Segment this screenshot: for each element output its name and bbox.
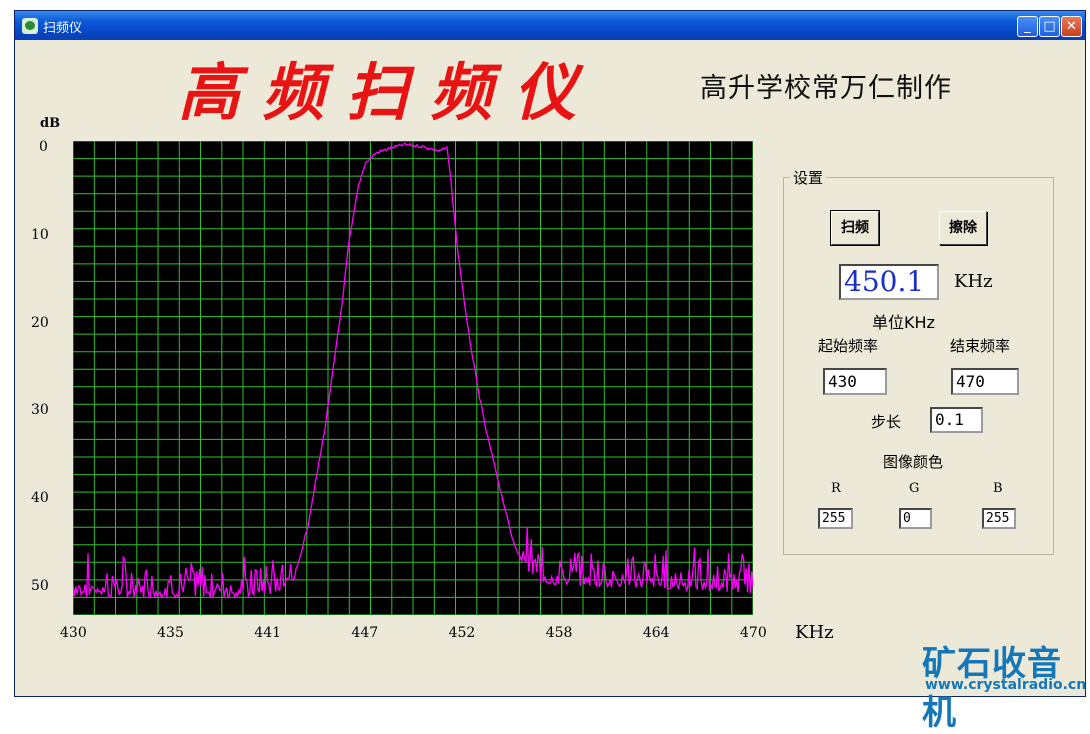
- x-tick-label: 430: [60, 625, 87, 641]
- minimize-button[interactable]: _: [1017, 16, 1038, 37]
- b-input[interactable]: 255: [982, 508, 1016, 529]
- window-title: 扫频仪: [43, 21, 83, 36]
- y-tick-label: 30: [31, 402, 49, 419]
- sweep-button[interactable]: 扫频: [830, 210, 880, 246]
- y-tick-label: 0: [39, 139, 48, 155]
- step-label: 步长: [871, 413, 902, 431]
- x-tick-label: 447: [351, 625, 379, 641]
- x-tick-label: 452: [448, 625, 476, 641]
- unit-note: 单位KHz: [872, 313, 935, 332]
- settings-group-title: 设置: [790, 167, 827, 188]
- x-tick-label: 464: [642, 625, 670, 641]
- settings-group: [783, 177, 1054, 555]
- end-frequency-label: 结束频率: [950, 337, 1011, 355]
- x-tick-label: 458: [545, 625, 573, 641]
- main-title: 高频扫频仪: [178, 56, 599, 129]
- y-tick-label: 10: [31, 226, 49, 243]
- b-label: B: [993, 481, 1003, 496]
- r-input[interactable]: 255: [818, 508, 853, 529]
- x-axis-unit: KHz: [795, 622, 834, 643]
- app-icon: [22, 18, 38, 34]
- author-subtitle: 高升学校常万仁制作: [700, 73, 952, 104]
- g-label: G: [909, 481, 920, 496]
- r-label: R: [831, 481, 841, 496]
- y-tick-label: 40: [31, 490, 49, 507]
- maximize-button[interactable]: □: [1039, 16, 1060, 37]
- start-frequency-label: 起始频率: [818, 337, 879, 355]
- sweep-plot: [73, 141, 753, 615]
- y-axis-unit: dB: [40, 116, 61, 131]
- y-tick-label: 50: [31, 577, 49, 594]
- end-frequency-input[interactable]: 470: [951, 368, 1019, 395]
- y-tick-label: 20: [31, 314, 49, 331]
- close-button[interactable]: ✕: [1061, 16, 1082, 37]
- g-input[interactable]: 0: [899, 508, 932, 529]
- current-frequency-unit: KHz: [954, 271, 993, 292]
- title-bar[interactable]: 扫频仪 _ □ ✕: [15, 11, 1085, 40]
- current-frequency-display: 450.1: [839, 264, 939, 300]
- clear-button[interactable]: 擦除: [939, 211, 987, 245]
- x-tick-label: 470: [740, 625, 767, 641]
- x-tick-label: 435: [157, 625, 184, 641]
- step-input[interactable]: 0.1: [930, 407, 983, 433]
- start-frequency-input[interactable]: 430: [823, 368, 887, 395]
- watermark-url: www.crystalradio.cn: [925, 677, 1087, 693]
- image-color-label: 图像颜色: [883, 453, 944, 471]
- x-tick-label: 441: [254, 625, 282, 641]
